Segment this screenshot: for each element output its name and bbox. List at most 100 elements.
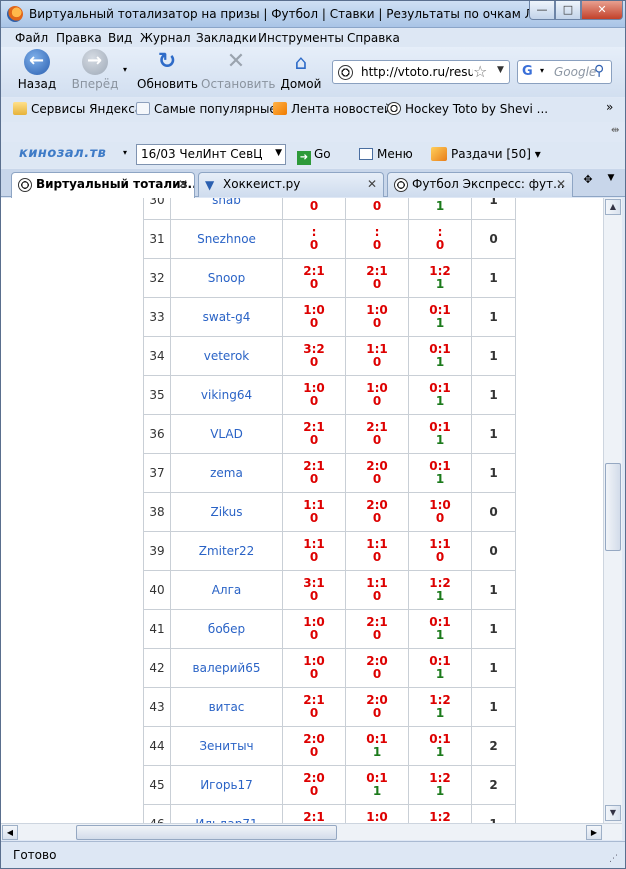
menu-history[interactable]: Журнал bbox=[140, 31, 191, 45]
kinozal-logo[interactable]: кинозал.тв bbox=[19, 146, 106, 161]
url-text[interactable]: http://vtoto.ru/resu bbox=[361, 65, 473, 79]
player-nick-link[interactable]: Зенитыч bbox=[170, 726, 283, 766]
tab-vtoto[interactable]: Виртуальный тотализ... ✕ bbox=[11, 172, 195, 198]
search-placeholder[interactable]: Google bbox=[554, 65, 596, 79]
navigation-toolbar: Назад Вперёд ▾ ↻ Обновить ✕ Остановить ⌂… bbox=[1, 47, 625, 97]
maximize-button[interactable]: □ bbox=[555, 1, 581, 20]
bookmark-hockey-toto[interactable]: Hockey Toto by Shevi ... bbox=[387, 102, 548, 116]
bet-cell: 2:10 bbox=[282, 687, 346, 727]
scroll-up-arrow-icon[interactable]: ▲ bbox=[605, 199, 621, 215]
player-nick-link[interactable]: Ильдар71 bbox=[170, 804, 283, 823]
bet-cell: 1:00 bbox=[345, 375, 409, 415]
toolbar-grip-icon[interactable]: ⇹ bbox=[611, 125, 619, 136]
scroll-down-arrow-icon[interactable]: ▼ bbox=[605, 805, 621, 821]
tab-football-express[interactable]: Футбол Экспресс: фут... ✕ bbox=[387, 172, 573, 197]
bet-points: 0 bbox=[372, 355, 382, 369]
bet-cell: 2:10 bbox=[345, 414, 409, 454]
stop-button[interactable]: ✕ Остановить bbox=[201, 49, 276, 91]
bet-cell: 2:0 0 bbox=[345, 648, 409, 688]
resize-grip-icon[interactable]: ⋰ bbox=[609, 854, 618, 864]
menu-edit[interactable]: Правка bbox=[56, 31, 102, 45]
player-nick-link[interactable]: veterok bbox=[170, 336, 283, 376]
player-nick-link[interactable]: Zikus bbox=[170, 492, 283, 532]
player-nick-link[interactable]: Алга bbox=[170, 570, 283, 610]
row-number: 35 bbox=[143, 375, 171, 415]
player-nick-link[interactable]: витас bbox=[170, 687, 283, 727]
table-row: 31 Snezhnoe:0:0:0 0 bbox=[143, 219, 516, 259]
bet-points: 0 bbox=[309, 199, 319, 213]
player-nick-link[interactable]: VLAD bbox=[170, 414, 283, 454]
tab-scroll-icon[interactable]: ✥ bbox=[578, 173, 598, 195]
minimize-button[interactable]: — bbox=[529, 1, 555, 20]
bet-cell: 1:21 bbox=[408, 570, 472, 610]
bet-points: 0 bbox=[309, 550, 319, 564]
player-nick-link[interactable]: Игорь17 bbox=[170, 765, 283, 805]
player-nick-link[interactable]: валерий65 bbox=[170, 648, 283, 688]
back-label: Назад bbox=[17, 77, 57, 91]
home-button[interactable]: ⌂ Домой bbox=[280, 49, 322, 91]
go-button[interactable]: ➜ Go bbox=[297, 147, 331, 165]
bet-cell: 1:00 bbox=[282, 648, 346, 688]
bet-cell: 0 bbox=[345, 198, 409, 220]
match-select[interactable]: 16/03 ЧелИнт СевЦ ▼ bbox=[136, 144, 286, 165]
kinozal-menu-button[interactable]: Меню bbox=[359, 147, 413, 161]
row-number: 39 bbox=[143, 531, 171, 571]
horizontal-scrollbar[interactable]: ◀ ▶ bbox=[1, 823, 622, 840]
vertical-scrollbar[interactable]: ▲ ▼ bbox=[603, 198, 622, 823]
bet-cell: 1 bbox=[408, 198, 472, 220]
bet-cell: 2:0 0 bbox=[345, 492, 409, 532]
scroll-left-arrow-icon[interactable]: ◀ bbox=[2, 825, 18, 840]
address-bar[interactable]: http://vtoto.ru/resu ☆ ▼ bbox=[332, 60, 510, 84]
menu-file[interactable]: Файл bbox=[15, 31, 48, 45]
razdachi-button[interactable]: Раздачи [50] ▾ bbox=[431, 147, 541, 161]
table-row: 41 бобер 1:0 0 2:1 0 0:1 1 1 bbox=[143, 609, 516, 649]
more-bookmarks-chevron-icon[interactable]: » bbox=[606, 100, 613, 114]
bookmark-label: Hockey Toto by Shevi ... bbox=[405, 102, 549, 116]
player-nick-link[interactable]: Snezhnoe bbox=[170, 219, 283, 259]
menu-bookmarks[interactable]: Закладки bbox=[196, 31, 257, 45]
bet-cell: 0:1 1 bbox=[408, 375, 472, 415]
player-nick-link[interactable]: zema bbox=[170, 453, 283, 493]
search-icon[interactable]: ⚲ bbox=[594, 63, 604, 79]
bookmark-star-icon[interactable]: ☆ bbox=[473, 62, 487, 81]
bookmark-news-feed[interactable]: Лента новостей bbox=[273, 102, 392, 116]
menu-view[interactable]: Вид bbox=[108, 31, 132, 45]
tab-close-icon[interactable]: ✕ bbox=[556, 177, 566, 191]
bet-points: 0 bbox=[309, 511, 319, 525]
menu-tools[interactable]: Инструменты bbox=[258, 31, 344, 45]
back-button[interactable]: Назад bbox=[15, 49, 59, 91]
tab-close-icon[interactable]: ✕ bbox=[367, 177, 377, 191]
player-nick-link[interactable]: бобер bbox=[170, 609, 283, 649]
bet-points: 1 bbox=[372, 745, 382, 759]
horizontal-scroll-thumb[interactable] bbox=[76, 825, 337, 840]
menu-help[interactable]: Справка bbox=[347, 31, 400, 45]
tab-list-dropdown-icon[interactable]: ▼ bbox=[601, 173, 621, 195]
bet-points: 0 bbox=[372, 706, 382, 720]
player-nick-link[interactable]: viking64 bbox=[170, 375, 283, 415]
scroll-right-arrow-icon[interactable]: ▶ bbox=[586, 825, 602, 840]
google-icon[interactable]: G bbox=[522, 64, 538, 80]
close-button[interactable]: ✕ bbox=[581, 1, 623, 20]
bookmark-yandex-services[interactable]: Сервисы Яндекса bbox=[13, 102, 142, 116]
bet-points: 0 bbox=[372, 433, 382, 447]
player-nick-link[interactable]: swat-g4 bbox=[170, 297, 283, 337]
kinozal-dropdown-icon[interactable]: ▾ bbox=[123, 148, 127, 157]
search-box[interactable]: G ▾ Google ⚲ bbox=[517, 60, 612, 84]
menu-label: Меню bbox=[377, 147, 413, 161]
bet-cell: 0:1 1 bbox=[408, 453, 472, 493]
player-nick-link[interactable]: snab bbox=[170, 198, 283, 220]
player-nick-link[interactable]: Zmiter22 bbox=[170, 531, 283, 571]
player-nick-link[interactable]: Snoop bbox=[170, 258, 283, 298]
bet-points: 1 bbox=[435, 784, 445, 798]
bet-cell: 0:1 1 bbox=[408, 336, 472, 376]
url-dropdown-icon[interactable]: ▼ bbox=[497, 65, 504, 75]
select-arrow-icon: ▼ bbox=[275, 148, 282, 158]
forward-button[interactable]: Вперёд bbox=[71, 49, 119, 91]
reload-button[interactable]: ↻ Обновить bbox=[137, 49, 198, 91]
history-dropdown-button[interactable]: ▾ bbox=[123, 65, 127, 74]
engine-dropdown-icon[interactable]: ▾ bbox=[540, 66, 544, 75]
tab-close-icon[interactable]: ✕ bbox=[178, 177, 188, 191]
bookmark-most-popular[interactable]: Самые популярные bbox=[136, 102, 277, 116]
tab-hockeyist[interactable]: ▼ Хоккеист.ру ✕ bbox=[198, 172, 384, 197]
vertical-scroll-thumb[interactable] bbox=[605, 463, 621, 551]
